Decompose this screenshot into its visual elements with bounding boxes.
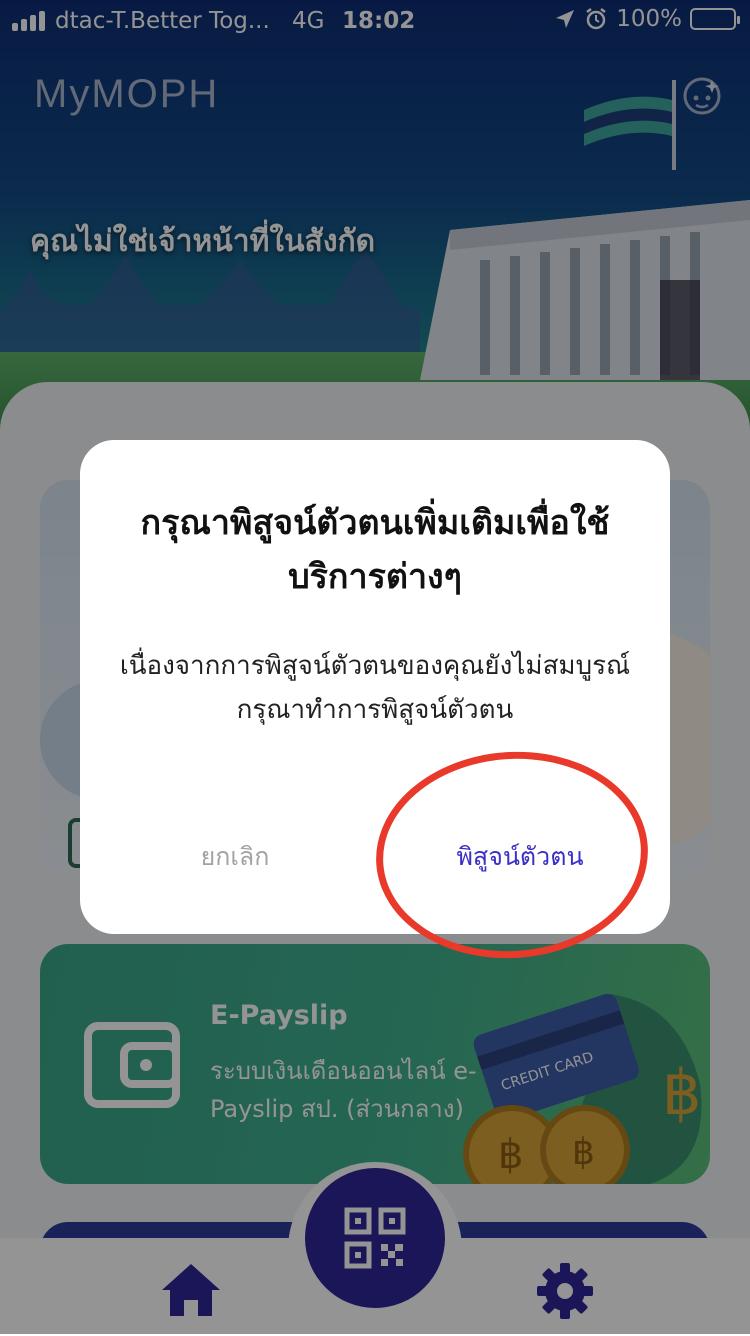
dialog-title: กรุณาพิสูจน์ตัวตนเพิ่มเติมเพื่อใช้บริการ… xyxy=(140,503,610,597)
cancel-button[interactable]: ยกเลิก xyxy=(160,836,310,878)
dialog-message: เนื่องจากการพิสูจน์ตัวตนของคุณยังไม่สมบู… xyxy=(119,651,631,725)
